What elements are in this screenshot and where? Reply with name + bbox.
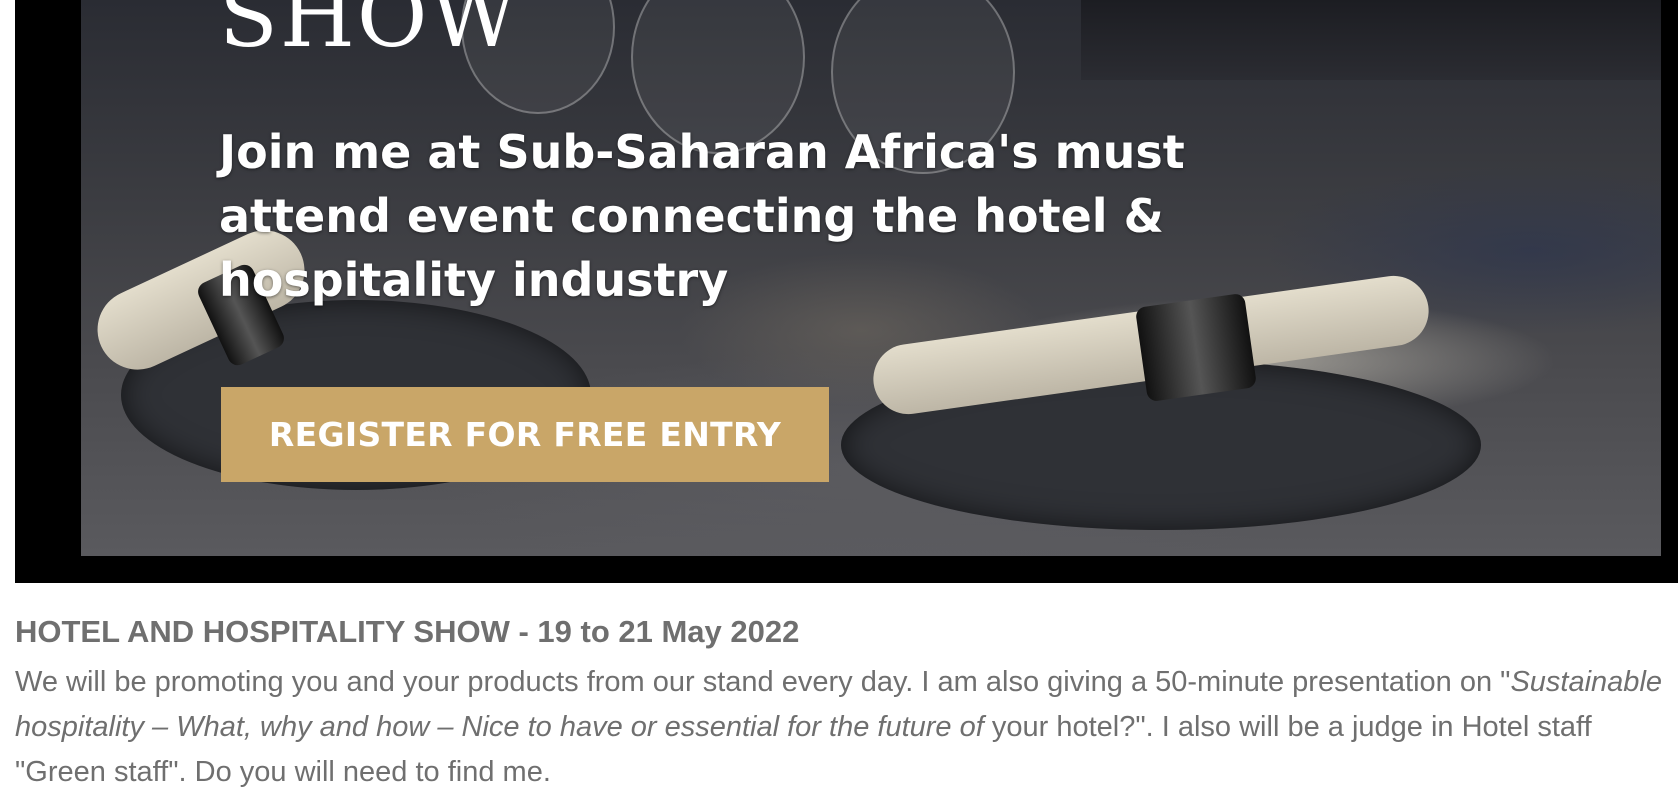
show-logo: SHOW bbox=[219, 0, 520, 67]
banner-table-edge bbox=[1081, 0, 1661, 80]
banner-frame: SHOW Join me at Sub-Saharan Africa's mus… bbox=[15, 0, 1678, 583]
register-button[interactable]: REGISTER FOR FREE ENTRY bbox=[221, 387, 829, 482]
event-title: HOTEL AND HOSPITALITY SHOW - 19 to 21 Ma… bbox=[15, 614, 800, 649]
banner-headline: Join me at Sub-Saharan Africa's must att… bbox=[219, 125, 1185, 307]
event-description-intro: We will be promoting you and your produc… bbox=[15, 666, 1511, 698]
event-description: We will be promoting you and your produc… bbox=[15, 660, 1665, 795]
event-banner-image[interactable]: SHOW Join me at Sub-Saharan Africa's mus… bbox=[81, 0, 1661, 556]
